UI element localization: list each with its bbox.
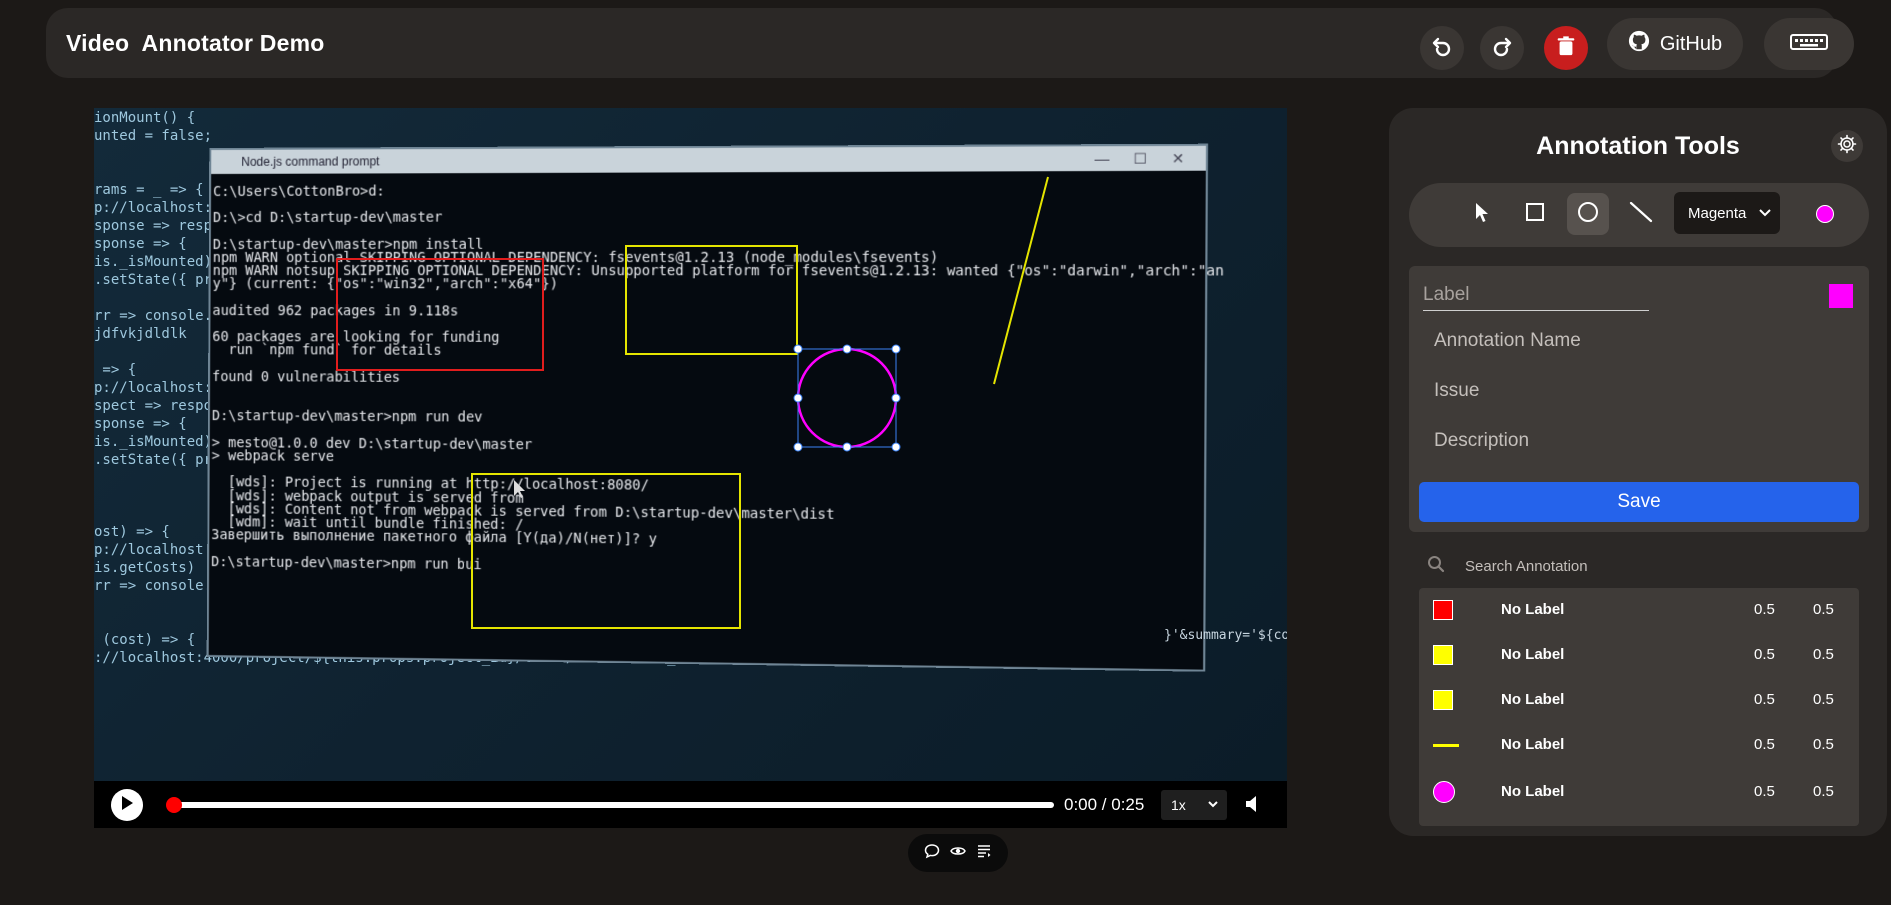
annotation-label: No Label — [1501, 691, 1564, 708]
annotation-value-2: 0.5 — [1813, 736, 1834, 753]
redo-icon — [1490, 34, 1514, 63]
annotation-value-1: 0.5 — [1754, 783, 1775, 800]
annotation-rect-yellow[interactable] — [626, 246, 797, 354]
app-title: Video Annotator Demo — [66, 30, 325, 57]
undo-icon — [1430, 34, 1454, 63]
annotation-value-2: 0.5 — [1813, 646, 1834, 663]
volume-icon — [1244, 802, 1264, 819]
delete-button[interactable] — [1544, 26, 1588, 70]
annotation-rect-yellow[interactable] — [472, 474, 740, 628]
volume-button[interactable] — [1244, 793, 1264, 820]
play-icon — [120, 795, 134, 816]
play-button[interactable] — [111, 789, 143, 821]
playback-speed-select[interactable]: 1x — [1161, 790, 1227, 820]
video-controls: 0:00 / 0:25 1x — [94, 781, 1287, 828]
annotation-row[interactable]: No Label 0.5 0.5 — [1419, 633, 1859, 678]
annotation-overlay — [94, 108, 1287, 781]
annotation-row[interactable]: No Label 0.5 0.5 — [1419, 770, 1859, 815]
color-select-value: Magenta — [1688, 205, 1746, 222]
current-color-swatch[interactable] — [1816, 205, 1834, 223]
issue-field[interactable]: Issue — [1434, 380, 1479, 402]
resize-handles[interactable] — [794, 345, 900, 451]
annotation-list: No Label 0.5 0.5 No Label 0.5 0.5 No Label 0.5 0… — [1419, 588, 1859, 826]
video-canvas[interactable]: ionMount() {unted = false; rams = _ => {p… — [94, 108, 1287, 781]
square-swatch-icon — [1433, 600, 1453, 620]
github-label: GitHub — [1660, 33, 1722, 56]
annotation-row[interactable]: No Label 0.5 0.5 — [1419, 588, 1859, 633]
trash-icon — [1555, 35, 1577, 62]
search-icon — [1427, 555, 1445, 577]
square-swatch-icon — [1433, 645, 1453, 665]
annotation-label: No Label — [1501, 783, 1564, 800]
settings-button[interactable] — [1831, 130, 1863, 162]
gear-icon — [1837, 134, 1857, 159]
app-header: Video Annotator Demo GitHub — [46, 8, 1837, 78]
search-annotation[interactable]: Search Annotation — [1427, 555, 1588, 577]
annotation-label: No Label — [1501, 646, 1564, 663]
label-color-swatch[interactable] — [1829, 284, 1853, 308]
annotation-value-1: 0.5 — [1754, 691, 1775, 708]
annotation-value-1: 0.5 — [1754, 736, 1775, 753]
line-swatch-icon — [1433, 744, 1459, 747]
annotation-row[interactable]: No Label 0.5 0.5 — [1419, 723, 1859, 768]
redo-button[interactable] — [1480, 26, 1524, 70]
search-input[interactable]: Search Annotation — [1465, 558, 1588, 575]
keyboard-icon — [1790, 33, 1828, 56]
chevron-down-icon — [1207, 797, 1219, 813]
annotation-tools-panel: Annotation Tools Magenta Label Annotatio… — [1389, 108, 1887, 836]
annotation-rect-red[interactable] — [337, 259, 543, 370]
progress-knob[interactable] — [166, 797, 182, 813]
time-display: 0:00 / 0:25 — [1064, 795, 1144, 815]
line-icon — [1629, 200, 1653, 229]
circle-tool[interactable] — [1567, 193, 1609, 235]
mouse-cursor-icon — [514, 480, 525, 498]
line-tool[interactable] — [1620, 193, 1662, 235]
panel-title: Annotation Tools — [1389, 132, 1887, 161]
progress-bar[interactable] — [170, 802, 1054, 808]
annotation-value-1: 0.5 — [1754, 646, 1775, 663]
annotation-value-2: 0.5 — [1813, 691, 1834, 708]
annotation-line-yellow[interactable] — [994, 177, 1048, 384]
color-select[interactable]: Magenta — [1674, 192, 1780, 234]
rectangle-tool[interactable] — [1514, 193, 1556, 235]
eye-icon[interactable] — [950, 843, 966, 864]
github-button[interactable]: GitHub — [1607, 18, 1743, 70]
speed-value: 1x — [1171, 797, 1186, 813]
annotation-value-2: 0.5 — [1813, 783, 1834, 800]
keyboard-shortcuts-button[interactable] — [1764, 18, 1854, 70]
square-swatch-icon — [1433, 690, 1453, 710]
pointer-tool[interactable] — [1461, 193, 1503, 235]
annotation-label: No Label — [1501, 736, 1564, 753]
annotation-value-2: 0.5 — [1813, 601, 1834, 618]
comment-icon[interactable] — [924, 843, 940, 864]
annotation-row[interactable]: No Label 0.5 0.5 — [1419, 678, 1859, 723]
view-options-bar — [908, 834, 1008, 872]
undo-button[interactable] — [1420, 26, 1464, 70]
label-input[interactable]: Label — [1423, 284, 1649, 311]
annotation-circle-magenta[interactable] — [798, 349, 896, 447]
list-icon[interactable] — [976, 843, 992, 864]
annotation-name-field[interactable]: Annotation Name — [1434, 330, 1581, 352]
circle-swatch-icon — [1433, 781, 1455, 803]
description-field[interactable]: Description — [1434, 430, 1529, 452]
save-button[interactable]: Save — [1419, 482, 1859, 522]
chevron-down-icon — [1758, 205, 1772, 223]
circle-icon — [1577, 201, 1599, 228]
annotation-form: Label Annotation Name Issue Description … — [1409, 266, 1869, 532]
github-icon — [1628, 30, 1650, 58]
rectangle-icon — [1525, 202, 1545, 227]
pointer-icon — [1472, 201, 1492, 228]
annotation-label: No Label — [1501, 601, 1564, 618]
drawing-toolbar: Magenta — [1409, 183, 1869, 247]
annotation-value-1: 0.5 — [1754, 601, 1775, 618]
